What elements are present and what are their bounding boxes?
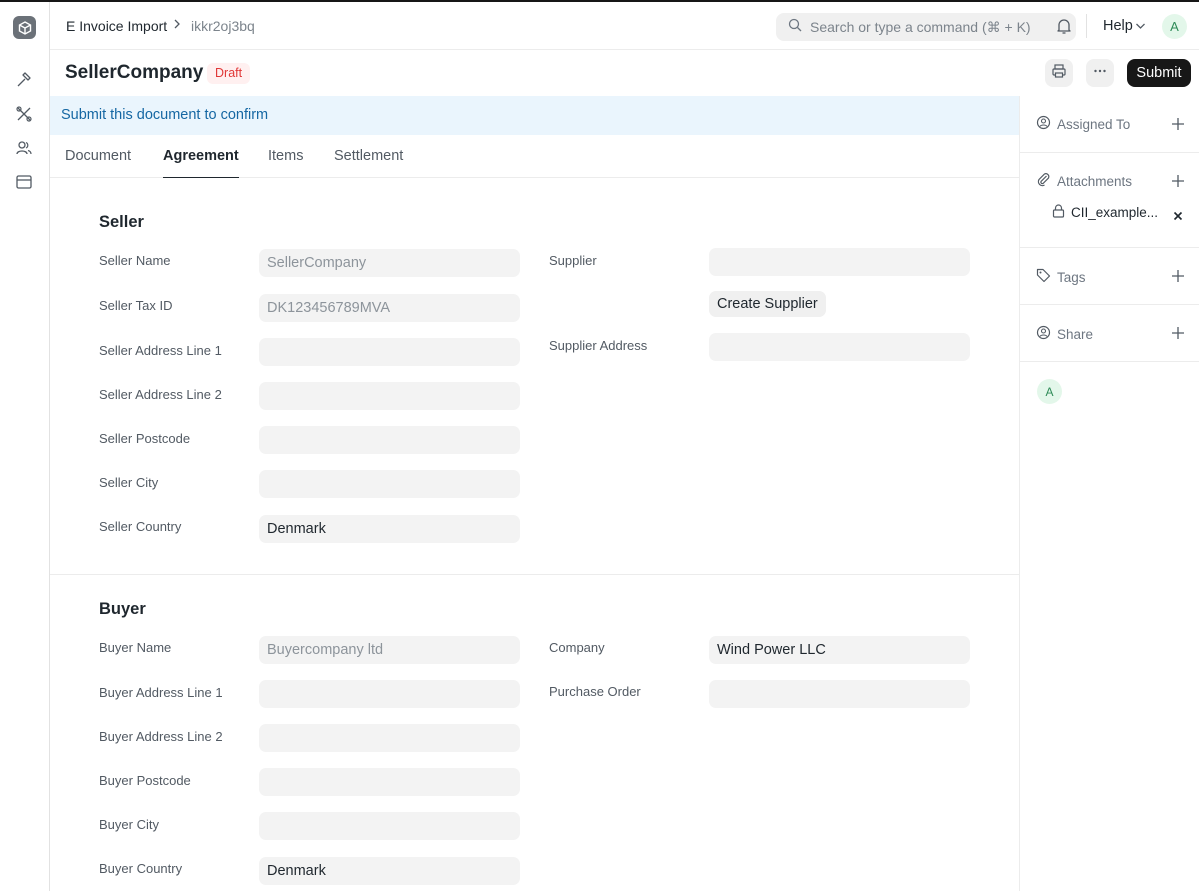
add-attachment-plus-icon[interactable]: [1170, 173, 1186, 189]
share-section: Share: [1020, 305, 1199, 362]
buyer-postcode-label: Buyer Postcode: [99, 773, 191, 788]
tab-settlement[interactable]: Settlement: [334, 148, 403, 178]
hammer-icon[interactable]: [13, 69, 35, 91]
buyer-address-line-1-label: Buyer Address Line 1: [99, 685, 223, 700]
add-share-plus-icon[interactable]: [1170, 325, 1186, 341]
share-user-icon: [1036, 325, 1051, 343]
seller-country-label: Seller Country: [99, 519, 182, 534]
purchase-order-label: Purchase Order: [549, 684, 641, 699]
section-divider: [50, 574, 1019, 575]
seller-city-field[interactable]: [259, 470, 520, 498]
search-icon: [788, 18, 802, 37]
app-sidebar-rail: [0, 2, 50, 891]
window-icon[interactable]: [13, 171, 35, 193]
seller-postcode-label: Seller Postcode: [99, 431, 191, 446]
supplier-address-field[interactable]: [709, 333, 970, 361]
assign-icon: [1036, 115, 1051, 133]
form-tabs: Document Agreement Items Settlement: [50, 135, 1019, 178]
supplier-label: Supplier: [549, 253, 597, 268]
user-avatar[interactable]: A: [1162, 14, 1187, 39]
viewer-avatar[interactable]: A: [1037, 379, 1062, 404]
seller-section-title: Seller: [99, 213, 144, 231]
seller-postcode-field[interactable]: [259, 426, 520, 454]
assigned-to-label: Assigned To: [1057, 116, 1131, 132]
navbar-divider: [1086, 14, 1087, 38]
seller-address-line-2-label: Seller Address Line 2: [99, 387, 222, 402]
assigned-to-row: Assigned To: [1036, 115, 1130, 133]
tags-section: Tags: [1020, 248, 1199, 305]
lock-icon: [1052, 204, 1065, 221]
seller-tax-id-field[interactable]: DK123456789MVA: [259, 294, 520, 322]
tab-agreement[interactable]: Agreement: [163, 148, 239, 178]
attachments-row: Attachments: [1036, 172, 1132, 190]
supplier-field[interactable]: [709, 248, 970, 276]
seller-tax-id-label: Seller Tax ID: [99, 298, 173, 313]
page-title: SellerCompany: [65, 62, 204, 83]
seller-name-label: Seller Name: [99, 253, 171, 268]
seller-address-line-2-field[interactable]: [259, 382, 520, 410]
buyer-name-field[interactable]: Buyercompany ltd: [259, 636, 520, 664]
users-icon[interactable]: [13, 137, 35, 159]
buyer-name-label: Buyer Name: [99, 640, 172, 655]
seller-country-field[interactable]: Denmark: [259, 515, 520, 543]
submit-reminder-banner: Submit this document to confirm: [50, 96, 1019, 135]
share-label: Share: [1057, 326, 1094, 342]
buyer-address-line-2-field[interactable]: [259, 724, 520, 752]
attachments-label: Attachments: [1057, 173, 1133, 189]
buyer-section-title: Buyer: [99, 600, 146, 618]
buyer-country-label: Buyer Country: [99, 861, 183, 876]
buyer-address-line-1-field[interactable]: [259, 680, 520, 708]
top-navbar: E Invoice Import ikkr2oj3bq Help A: [50, 2, 1199, 50]
seller-address-line-1-label: Seller Address Line 1: [99, 343, 222, 358]
status-badge: Draft: [207, 63, 251, 84]
printer-icon: [1051, 63, 1067, 84]
share-row: Share: [1036, 325, 1093, 343]
paperclip-icon: [1036, 172, 1051, 190]
breadcrumb-docname[interactable]: ikkr2oj3bq: [191, 18, 255, 34]
attachment-name[interactable]: CII_example...: [1071, 205, 1158, 220]
print-button[interactable]: [1045, 59, 1073, 87]
buyer-address-line-2-label: Buyer Address Line 2: [99, 729, 223, 744]
add-assignment-plus-icon[interactable]: [1170, 116, 1186, 132]
assigned-to-section: Assigned To: [1020, 96, 1199, 153]
buyer-country-field[interactable]: Denmark: [259, 857, 520, 885]
help-menu-label[interactable]: Help: [1103, 18, 1133, 34]
tag-icon: [1036, 268, 1051, 286]
more-actions-button[interactable]: [1086, 59, 1114, 87]
attachment-item[interactable]: CII_example...: [1052, 204, 1158, 221]
seller-city-label: Seller City: [99, 475, 159, 490]
search-input[interactable]: [810, 19, 1060, 35]
buyer-city-field[interactable]: [259, 812, 520, 840]
tab-document[interactable]: Document: [65, 148, 131, 178]
page-header: SellerCompany Draft Submit: [50, 50, 1199, 96]
chevron-down-icon[interactable]: [1135, 19, 1146, 37]
form-sidebar: Assigned To Attachments CII_example... T…: [1019, 96, 1199, 891]
tools-icon[interactable]: [13, 103, 35, 125]
breadcrumb-doctype[interactable]: E Invoice Import: [66, 18, 167, 34]
bell-icon[interactable]: [1055, 17, 1073, 40]
buyer-postcode-field[interactable]: [259, 768, 520, 796]
search-bar[interactable]: [776, 13, 1076, 41]
seller-address-line-1-field[interactable]: [259, 338, 520, 366]
tab-items[interactable]: Items: [268, 148, 303, 178]
submit-button[interactable]: Submit: [1127, 59, 1191, 87]
app-logo-icon[interactable]: [13, 16, 36, 39]
chevron-right-icon: [172, 17, 182, 34]
create-supplier-button[interactable]: Create Supplier: [709, 291, 826, 317]
supplier-address-label: Supplier Address: [549, 338, 648, 353]
attachments-section: Attachments CII_example...: [1020, 153, 1199, 248]
add-tag-plus-icon[interactable]: [1170, 268, 1186, 284]
company-field[interactable]: Wind Power LLC: [709, 636, 970, 664]
ellipsis-icon: [1092, 63, 1108, 84]
tags-label: Tags: [1057, 269, 1086, 285]
remove-attachment-close-icon[interactable]: [1173, 208, 1183, 226]
buyer-city-label: Buyer City: [99, 817, 159, 832]
tags-row: Tags: [1036, 268, 1086, 286]
purchase-order-field[interactable]: [709, 680, 970, 708]
seller-name-field[interactable]: SellerCompany: [259, 249, 520, 277]
company-label: Company: [549, 640, 605, 655]
